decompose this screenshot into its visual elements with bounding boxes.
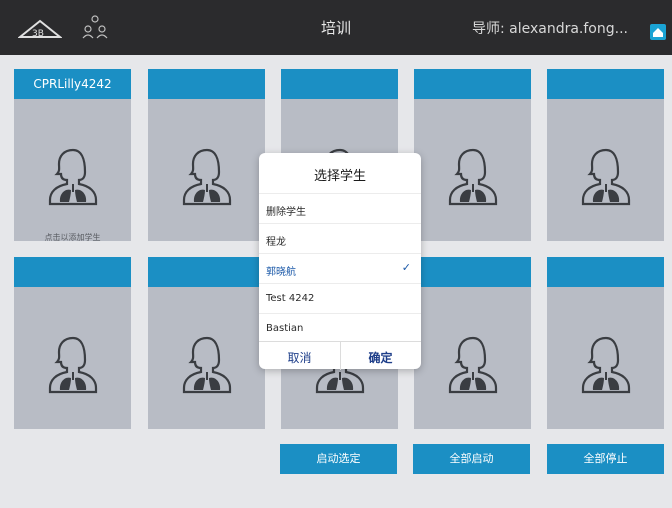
- station-body: [547, 287, 664, 427]
- app-window: 3B 培训 导师: alexandra.fong... CPRLilly4242…: [0, 0, 672, 508]
- stop-all-button[interactable]: 全部停止: [547, 444, 664, 474]
- instructor-label: 导师: alexandra.fong...: [471, 21, 628, 37]
- station-body: 点击以添加学生: [14, 99, 131, 242]
- option-label: 删除学生: [266, 207, 306, 218]
- option-label: Test 4242: [266, 293, 315, 304]
- station-name: [148, 257, 265, 287]
- person-lungs-icon: [182, 336, 232, 394]
- station-card[interactable]: [414, 257, 531, 429]
- station-card[interactable]: [547, 69, 664, 241]
- station-card[interactable]: [547, 257, 664, 429]
- station-body: [148, 99, 265, 239]
- station-name: [547, 69, 664, 99]
- station-name: [148, 69, 265, 99]
- top-bar: 3B 培训 导师: alexandra.fong...: [0, 0, 672, 55]
- student-option[interactable]: 删除学生: [259, 193, 421, 224]
- station-body: [148, 287, 265, 427]
- station-card[interactable]: [148, 257, 265, 429]
- station-card[interactable]: [414, 69, 531, 241]
- station-card[interactable]: [148, 69, 265, 241]
- person-lungs-icon: [448, 336, 498, 394]
- station-name: [14, 257, 131, 287]
- student-option[interactable]: Bastian: [259, 313, 421, 344]
- person-lungs-icon: [48, 336, 98, 394]
- person-lungs-icon: [182, 148, 232, 206]
- option-label: Bastian: [266, 323, 304, 334]
- person-lungs-icon: [581, 336, 631, 394]
- checkmark-icon: ✓: [401, 261, 411, 274]
- person-lungs-icon: [448, 148, 498, 206]
- station-name: CPRLilly4242: [14, 69, 131, 99]
- start-selected-button[interactable]: 启动选定: [280, 444, 397, 474]
- dialog-title: 选择学生: [313, 169, 366, 184]
- student-option-selected[interactable]: 郭晓航 ✓: [259, 253, 421, 284]
- station-body: [414, 287, 531, 427]
- dialog-actions: 取消 确定: [259, 341, 421, 370]
- add-student-hint: 点击以添加学生: [44, 233, 101, 242]
- person-lungs-icon: [48, 148, 98, 206]
- cancel-button[interactable]: 取消: [259, 349, 340, 366]
- station-name: [281, 69, 398, 99]
- option-label: 郭晓航: [266, 267, 296, 278]
- confirm-button[interactable]: 确定: [340, 349, 421, 366]
- student-option[interactable]: 程龙: [259, 223, 421, 254]
- station-body: [14, 287, 131, 427]
- student-option[interactable]: Test 4242: [259, 283, 421, 314]
- option-label: 程龙: [266, 237, 286, 248]
- station-card[interactable]: CPRLilly4242 点击以添加学生: [14, 69, 131, 242]
- start-all-button[interactable]: 全部启动: [413, 444, 530, 474]
- station-name: [547, 257, 664, 287]
- select-student-dialog: 选择学生 删除学生 程龙 郭晓航 ✓ Test 4242 Bastian 取消 …: [259, 153, 421, 370]
- station-card[interactable]: [14, 257, 131, 429]
- station-name: [414, 257, 531, 287]
- station-body: [547, 99, 664, 239]
- home-icon[interactable]: [650, 24, 666, 40]
- person-lungs-icon: [581, 148, 631, 206]
- station-body: [414, 99, 531, 239]
- station-name: [414, 69, 531, 99]
